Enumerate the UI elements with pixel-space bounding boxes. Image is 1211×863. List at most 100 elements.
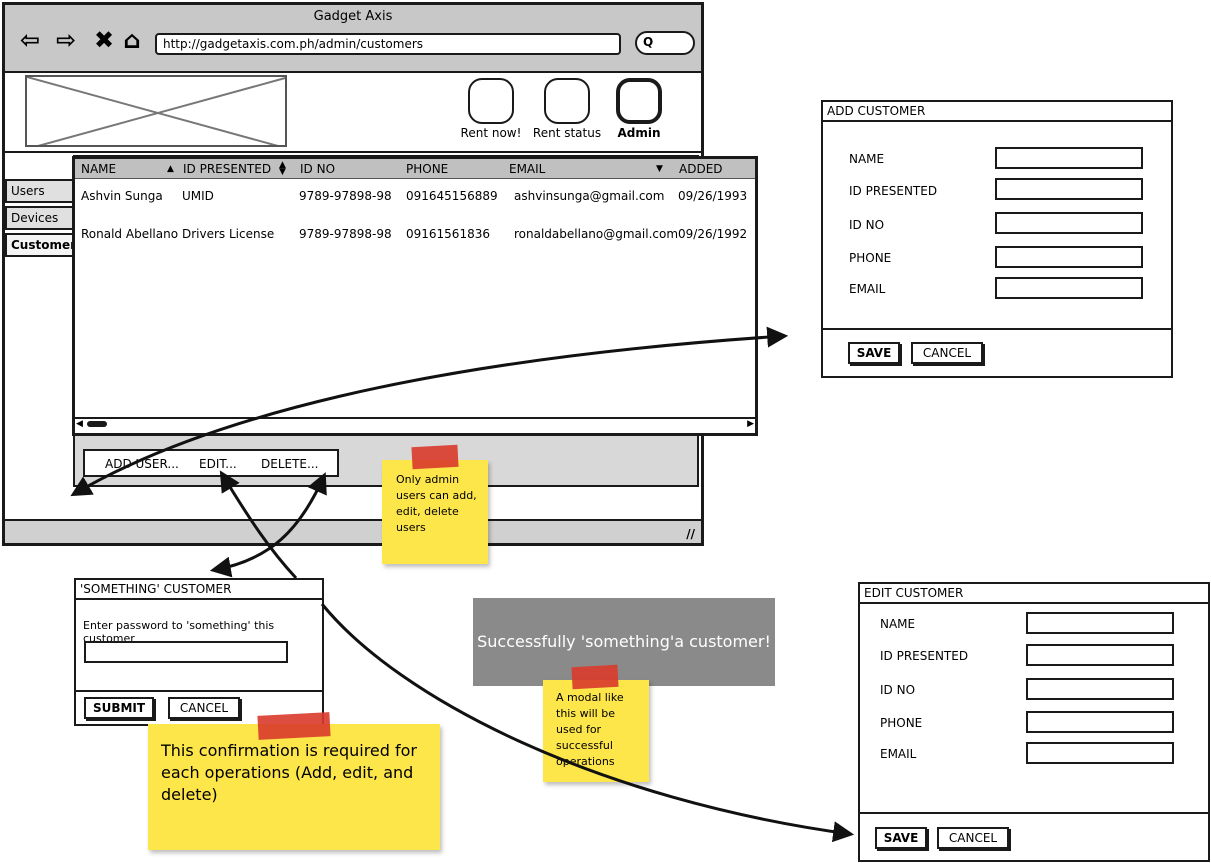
id-no-input[interactable]	[1026, 678, 1174, 700]
cell-name: Ashvin Sunga	[81, 189, 163, 203]
submit-button[interactable]: SUBMIT	[84, 697, 154, 719]
sidebar-item-users[interactable]: Users	[5, 179, 75, 203]
field-label-name: NAME	[880, 617, 916, 631]
rent-status-label: Rent status	[532, 126, 602, 140]
logo-placeholder	[25, 75, 287, 147]
edit-customer-dialog: EDIT CUSTOMER NAME ID PRESENTED ID NO PH…	[858, 582, 1210, 862]
field-label-email: EMAIL	[880, 747, 917, 761]
id-presented-input[interactable]	[1026, 644, 1174, 666]
save-button[interactable]: SAVE	[848, 342, 900, 364]
note-toast: A modal like this will be used for succe…	[543, 680, 649, 782]
edit-button[interactable]: EDIT...	[199, 457, 237, 471]
note-confirmation-text: This confirmation is required for each o…	[161, 741, 417, 804]
back-icon[interactable]: ⇦	[15, 25, 45, 55]
resize-grip-icon[interactable]: //	[686, 527, 695, 541]
divider	[76, 690, 322, 692]
toast-message: Successfully 'something'a customer!	[477, 632, 771, 651]
cell-name: Ronald Abellano	[81, 227, 179, 241]
name-input[interactable]	[995, 147, 1143, 169]
field-label-id-presented: ID PRESENTED	[880, 649, 969, 663]
cancel-button[interactable]: CANCEL	[911, 342, 983, 364]
image-placeholder-icon	[27, 77, 285, 145]
phone-input[interactable]	[995, 246, 1143, 268]
sort-both-icon[interactable]: ▲ ▼	[279, 161, 286, 177]
tape	[257, 712, 331, 740]
field-label-id-no: ID NO	[849, 218, 885, 232]
sort-descending-icon[interactable]: ▼	[656, 164, 663, 174]
rent-status-button[interactable]	[544, 78, 590, 124]
scroll-right-icon[interactable]: ▶	[747, 419, 754, 429]
scrollbar-thumb[interactable]	[87, 421, 107, 427]
delete-button[interactable]: DELETE...	[261, 457, 318, 471]
tape	[411, 444, 459, 470]
add-user-button[interactable]: ADD USER...	[105, 457, 179, 471]
dialog-title: ADD CUSTOMER	[823, 102, 1171, 122]
cell-id-no: 9789-97898-98	[299, 189, 392, 203]
admin-button[interactable]	[616, 78, 662, 124]
column-header-email[interactable]: EMAIL	[509, 162, 545, 176]
add-customer-dialog: ADD CUSTOMER NAME ID PRESENTED ID NO PHO…	[821, 100, 1173, 378]
column-header-id-presented[interactable]: ID PRESENTED	[183, 162, 271, 176]
column-header-name[interactable]: NAME	[81, 162, 116, 176]
tape	[571, 664, 619, 690]
action-bar: ADD USER... EDIT... DELETE...	[83, 449, 339, 477]
field-label-name: NAME	[849, 152, 885, 166]
field-label-phone: PHONE	[849, 251, 892, 265]
email-input[interactable]	[995, 277, 1143, 299]
cell-added: 09/26/1992	[678, 227, 748, 241]
dialog-title: EDIT CUSTOMER	[860, 584, 1208, 604]
divider	[860, 812, 1208, 814]
rent-now-label: Rent now!	[460, 126, 522, 140]
window-title: Gadget Axis	[313, 9, 393, 24]
note-confirmation: This confirmation is required for each o…	[148, 724, 440, 850]
cell-id-presented: Drivers License	[182, 227, 275, 241]
success-toast: Successfully 'something'a customer!	[473, 598, 775, 686]
column-header-added[interactable]: ADDED	[679, 162, 723, 176]
field-label-id-no: ID NO	[880, 683, 916, 697]
password-input[interactable]	[84, 641, 288, 663]
field-label-email: EMAIL	[849, 282, 886, 296]
url-input[interactable]: http://gadgetaxis.com.ph/admin/customers	[155, 33, 621, 55]
id-presented-input[interactable]	[995, 178, 1143, 200]
customers-table: NAME ▲ ID PRESENTED ▲ ▼ ID NO PHONE EMAIL…	[72, 156, 758, 436]
home-icon[interactable]: ⌂	[117, 25, 147, 55]
column-header-phone[interactable]: PHONE	[406, 162, 448, 176]
sort-ascending-icon[interactable]: ▲	[167, 164, 174, 174]
search-input[interactable]: Q	[635, 31, 695, 55]
browser-titlebar: Gadget Axis ⇦ ⇨ ✖ ⌂ http://gadgetaxis.co…	[5, 5, 701, 73]
scroll-left-icon[interactable]: ◀	[76, 419, 83, 429]
cell-added: 09/26/1993	[678, 189, 748, 203]
forward-icon[interactable]: ⇨	[51, 25, 81, 55]
cell-id-presented: UMID	[182, 189, 214, 203]
phone-input[interactable]	[1026, 711, 1174, 733]
cell-phone: 09161561836	[406, 227, 490, 241]
id-no-input[interactable]	[995, 212, 1143, 234]
table-row[interactable]: Ashvin Sunga UMID 9789-97898-98 09164515…	[75, 189, 755, 207]
cell-email: ashvinsunga@gmail.com	[514, 189, 665, 203]
field-label-phone: PHONE	[880, 716, 923, 730]
email-input[interactable]	[1026, 742, 1174, 764]
column-header-id-no[interactable]: ID NO	[300, 162, 335, 176]
dialog-title: 'SOMETHING' CUSTOMER	[76, 580, 322, 600]
cell-id-no: 9789-97898-98	[299, 227, 392, 241]
sidebar-item-devices[interactable]: Devices	[5, 206, 75, 230]
note-admin-only: Only admin users can add, edit, delete u…	[382, 460, 488, 564]
note-admin-text: Only admin users can add, edit, delete u…	[396, 473, 477, 534]
cell-phone: 091645156889	[406, 189, 498, 203]
save-button[interactable]: SAVE	[875, 827, 927, 849]
field-label-id-presented: ID PRESENTED	[849, 184, 938, 198]
table-row[interactable]: Ronald Abellano Drivers License 9789-978…	[75, 227, 755, 245]
name-input[interactable]	[1026, 612, 1174, 634]
cancel-button[interactable]: CANCEL	[168, 697, 240, 719]
search-icon: Q	[643, 35, 654, 49]
divider	[823, 328, 1171, 330]
cancel-button[interactable]: CANCEL	[937, 827, 1009, 849]
horizontal-scrollbar[interactable]: ◀ ▶	[75, 417, 755, 431]
status-bar: //	[5, 519, 701, 543]
rent-now-button[interactable]	[468, 78, 514, 124]
admin-label: Admin	[617, 126, 661, 140]
sidebar-item-customers[interactable]: Customers	[5, 233, 83, 257]
table-header: NAME ▲ ID PRESENTED ▲ ▼ ID NO PHONE EMAIL…	[75, 159, 755, 179]
close-icon[interactable]: ✖	[89, 25, 119, 55]
cell-email: ronaldabellano@gmail.com	[514, 227, 679, 241]
